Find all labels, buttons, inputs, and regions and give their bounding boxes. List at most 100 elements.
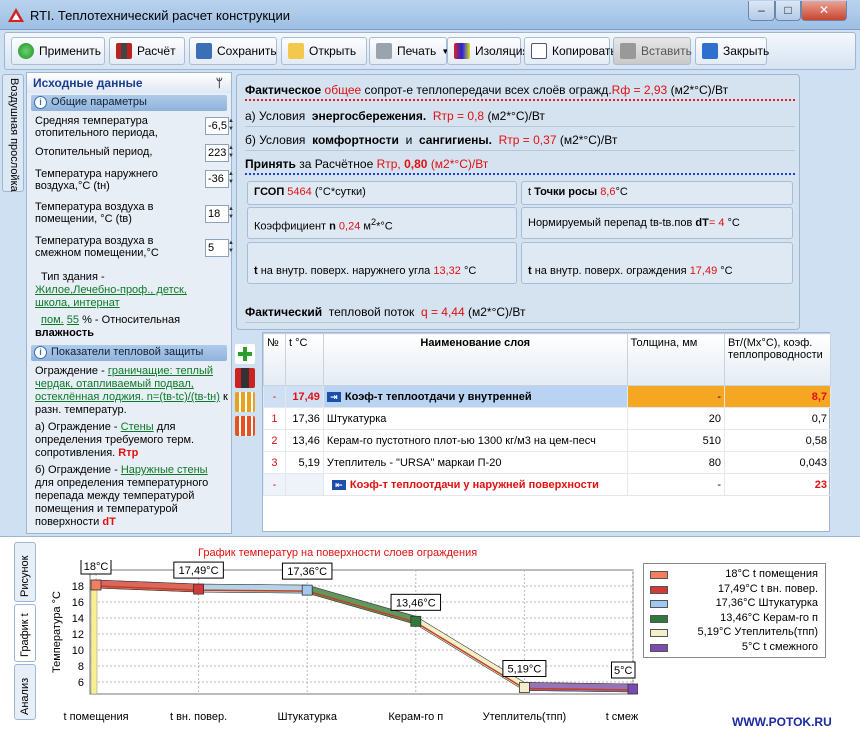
a-row: а) Ограждение - Стены для определения тр… <box>35 421 195 459</box>
app-logo-icon <box>8 8 24 22</box>
pin-icon[interactable]: ᛘ <box>216 76 223 90</box>
y-tick-label: 18 <box>72 581 84 593</box>
y-tick-label: 6 <box>78 677 84 689</box>
humidity-value[interactable]: 55 <box>67 314 79 326</box>
adjacent-temp-input[interactable]: 5 <box>205 239 229 257</box>
tab-drawing[interactable]: Рисунок <box>14 542 36 602</box>
cell-layer-name: Керам-го пустотного плот-ью 1300 кг/м3 н… <box>322 429 628 452</box>
cell-number: - <box>263 473 286 496</box>
data-label: 13,46°С <box>396 597 436 609</box>
spin-icon[interactable]: ▲ ▼ <box>228 239 234 257</box>
calculator-icon <box>116 43 132 59</box>
cell-number: 2 <box>263 429 286 452</box>
x-tick-label: t вн. повер. <box>170 711 227 723</box>
legend-item: 18°С t помещения <box>650 568 826 582</box>
delete-layer-icon[interactable] <box>235 416 255 436</box>
y-axis-label: Температура °С <box>51 591 63 673</box>
walls-link[interactable]: Стены <box>121 421 154 433</box>
legend-swatch <box>650 571 668 579</box>
legend-label: 17,49°С t вн. повер. <box>717 582 818 595</box>
col-temp[interactable]: t °С <box>284 333 324 386</box>
col-layer-name[interactable]: Наименование слоя <box>322 333 628 386</box>
spin-icon[interactable]: ▲ ▼ <box>228 117 234 135</box>
site-url[interactable]: WWW.POTOK.RU <box>732 715 832 729</box>
spin-icon[interactable]: ▲ ▼ <box>228 205 234 223</box>
y-tick-label: 14 <box>72 613 84 625</box>
tab-temp-graph[interactable]: График t <box>14 604 36 662</box>
data-label: 5,19°С <box>508 663 542 675</box>
col-conductivity[interactable]: Вт/(Мх°С), коэф. теплопроводности <box>724 333 831 386</box>
b-row: б) Ограждение - Наружные стены для опред… <box>35 464 209 528</box>
air-gap-tab[interactable]: Воздушная прослойка <box>2 74 24 192</box>
collapse-icon[interactable]: i <box>34 96 47 109</box>
open-button[interactable]: Открыть <box>281 37 367 65</box>
outer-walls-link[interactable]: Наружные стены <box>121 464 208 476</box>
data-label: 18°С <box>84 561 109 573</box>
humidity-row: пом. 55 % - Относительная <box>41 314 181 326</box>
building-type-link[interactable]: Жилое,Лечебно-проф., детск, школа, интер… <box>35 284 195 310</box>
cell-conductivity: 23 <box>724 473 831 496</box>
save-button[interactable]: Сохранить <box>189 37 277 65</box>
building-type-label: Тип здания - <box>41 271 105 283</box>
spin-icon[interactable]: ▲ ▼ <box>228 144 234 162</box>
x-tick-label: Штукатурка <box>277 711 337 723</box>
cell-conductivity: 0,043 <box>724 451 831 474</box>
legend-item: 13,46°С Керам-го п <box>650 612 826 626</box>
legend-label: 18°С t помещения <box>725 568 818 580</box>
col-number[interactable]: № <box>263 333 286 386</box>
param-label: Температура наружнего воздуха,°С (tн) <box>35 168 158 192</box>
copy-button[interactable]: Копировать <box>524 37 617 65</box>
calc-button[interactable]: Расчёт <box>109 37 185 65</box>
calc-layers-icon[interactable] <box>235 368 255 388</box>
cell-thickness: 20 <box>626 407 726 430</box>
tab-analysis[interactable]: Анализ <box>14 664 36 720</box>
apply-button[interactable]: Применить <box>11 37 105 65</box>
collapse-icon[interactable]: i <box>34 346 47 359</box>
coef-box: Коэффициент n 0,24 м2*°С <box>247 207 517 239</box>
table-row[interactable]: - 17,49 ⇥ Коэф-т теплоотдачи у внутренней… <box>263 385 831 408</box>
avg-temp-input[interactable]: -6,5 <box>205 117 229 135</box>
table-row[interactable]: 3 5,19 Утеплитель - "URSA" маркаи П-20 8… <box>263 451 831 474</box>
insulation-button[interactable]: Изоляция <box>447 37 529 65</box>
data-point <box>301 584 313 596</box>
energy-saving-line: а) Условия энергосбережения. Rтр = 0,8 (… <box>245 109 795 127</box>
heat-flow-line: Фактический тепловой поток q = 4,44 (м2*… <box>245 305 795 323</box>
data-point <box>627 683 638 695</box>
room-temp-input[interactable]: 18 <box>205 205 229 223</box>
general-params-header[interactable]: i Общие параметры <box>31 95 227 111</box>
minimize-button[interactable]: ‒ <box>748 1 775 21</box>
legend-label: 5,19°С Утеплитель(тпп) <box>697 626 818 638</box>
gsop-box: ГСОП 5464 (°С*сутки) <box>247 181 517 205</box>
table-row[interactable]: 2 13,46 Керам-го пустотного плот-ью 1300… <box>263 429 831 452</box>
insulation-icon <box>454 43 470 59</box>
data-point <box>518 682 530 693</box>
input-data-panel: Исходные данные ᛘ i Общие параметры Средня… <box>26 72 234 534</box>
heating-period-input[interactable]: 223 <box>205 144 229 162</box>
col-thickness[interactable]: Толщина, мм <box>626 333 726 386</box>
outside-temp-input[interactable]: -36 <box>205 170 229 188</box>
table-row[interactable]: - ⇤ Коэф-т теплоотдачи у наружней поверхн… <box>263 473 831 496</box>
insert-layer-icon[interactable] <box>235 392 255 412</box>
panel-header: Исходные данные ᛘ <box>27 73 231 93</box>
close-window-button[interactable]: ✕ <box>801 1 847 21</box>
legend-item: 17,36°С Штукатурка <box>650 597 826 611</box>
cell-number: - <box>263 385 286 408</box>
arrow-right-icon: ⇥ <box>326 391 341 402</box>
table-header-row: № t °С Наименование слоя Толщина, мм Вт/… <box>263 333 831 386</box>
paste-button[interactable]: Вставить <box>613 37 692 65</box>
table-row[interactable]: 1 17,36 Штукатурка 20 0,7 <box>263 407 831 430</box>
close-button[interactable]: Закрыть <box>695 37 769 65</box>
air-gap-tab-label: Воздушная прослойка <box>8 78 20 192</box>
add-layer-icon[interactable] <box>235 344 255 364</box>
humidity-label: влажность <box>35 327 95 339</box>
maximize-button[interactable]: □ <box>775 1 801 21</box>
param-label: Температура воздуха в помещении, °С (tв) <box>35 201 154 225</box>
spin-icon[interactable]: ▲ ▼ <box>228 170 234 188</box>
protection-header[interactable]: i Показатели тепловой защиты <box>31 345 227 361</box>
legend-swatch <box>650 614 668 623</box>
x-tick-label: Утеплитель(тпп) <box>483 711 567 723</box>
data-label: 5°С <box>614 665 633 677</box>
chart-legend: 18°С t помещения 17,49°С t вн. повер. 17,3… <box>643 563 826 658</box>
print-button[interactable]: Печать ▼ <box>369 37 449 65</box>
legend-swatch <box>650 629 668 637</box>
